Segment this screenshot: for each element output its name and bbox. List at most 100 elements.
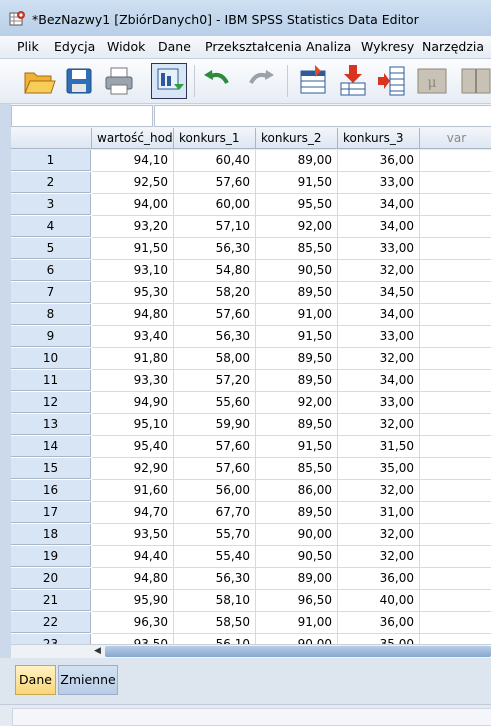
table-cell[interactable]: 91,50 [256, 436, 338, 458]
table-cell-empty[interactable] [420, 546, 491, 568]
tab-variable-view[interactable]: Zmienne [58, 665, 118, 695]
menu-edycja[interactable]: Edycja [54, 39, 95, 54]
table-cell[interactable]: 92,00 [256, 392, 338, 414]
table-cell[interactable]: 57,60 [174, 458, 256, 480]
table-cell[interactable]: 33,00 [338, 172, 420, 194]
table-cell[interactable]: 91,50 [92, 238, 174, 260]
table-cell[interactable]: 94,80 [92, 568, 174, 590]
table-cell[interactable]: 91,00 [256, 612, 338, 634]
table-cell[interactable]: 85,50 [256, 238, 338, 260]
table-cell[interactable]: 31,00 [338, 502, 420, 524]
table-cell-empty[interactable] [420, 502, 491, 524]
table-cell[interactable]: 92,00 [256, 216, 338, 238]
table-cell-empty[interactable] [420, 326, 491, 348]
table-cell[interactable]: 91,80 [92, 348, 174, 370]
table-cell[interactable]: 33,00 [338, 392, 420, 414]
table-cell[interactable]: 89,00 [256, 150, 338, 172]
table-cell[interactable]: 56,00 [174, 480, 256, 502]
table-cell[interactable]: 32,00 [338, 414, 420, 436]
table-cell[interactable]: 94,80 [92, 304, 174, 326]
table-cell[interactable]: 56,30 [174, 238, 256, 260]
row-number[interactable]: 5 [11, 238, 91, 259]
table-cell[interactable]: 85,50 [256, 458, 338, 480]
table-cell[interactable]: 54,80 [174, 260, 256, 282]
table-cell[interactable]: 67,70 [174, 502, 256, 524]
table-cell[interactable]: 95,40 [92, 436, 174, 458]
table-cell[interactable]: 94,90 [92, 392, 174, 414]
goto-case-icon[interactable] [295, 63, 331, 99]
table-cell[interactable]: 35,00 [338, 458, 420, 480]
table-cell[interactable]: 60,00 [174, 194, 256, 216]
table-cell[interactable]: 89,50 [256, 282, 338, 304]
table-cell-empty[interactable] [420, 150, 491, 172]
row-number[interactable]: 8 [11, 304, 91, 325]
row-number[interactable]: 16 [11, 480, 91, 501]
tab-data-view[interactable]: Dane [15, 665, 56, 695]
table-cell[interactable]: 36,00 [338, 612, 420, 634]
table-cell[interactable]: 56,30 [174, 326, 256, 348]
row-number[interactable]: 11 [11, 370, 91, 391]
table-cell-empty[interactable] [420, 458, 491, 480]
table-cell[interactable]: 93,30 [92, 370, 174, 392]
row-number[interactable]: 7 [11, 282, 91, 303]
table-cell[interactable]: 56,10 [174, 634, 256, 644]
table-cell-empty[interactable] [420, 282, 491, 304]
table-cell[interactable]: 57,60 [174, 172, 256, 194]
menu-narzedzia[interactable]: Narzędzia [422, 39, 484, 54]
table-cell[interactable]: 32,00 [338, 348, 420, 370]
menu-wykresy[interactable]: Wykresy [361, 39, 414, 54]
spss-app-icon[interactable] [9, 10, 26, 27]
row-number[interactable]: 20 [11, 568, 91, 589]
table-cell[interactable]: 96,50 [256, 590, 338, 612]
table-cell[interactable]: 58,20 [174, 282, 256, 304]
table-cell[interactable]: 34,50 [338, 282, 420, 304]
table-cell[interactable]: 58,00 [174, 348, 256, 370]
row-number[interactable]: 6 [11, 260, 91, 281]
table-cell-empty[interactable] [420, 524, 491, 546]
table-cell[interactable]: 32,00 [338, 260, 420, 282]
table-cell[interactable]: 93,20 [92, 216, 174, 238]
table-cell[interactable]: 95,30 [92, 282, 174, 304]
table-cell[interactable]: 57,10 [174, 216, 256, 238]
column-header[interactable]: konkurs_2 [256, 128, 338, 149]
table-cell[interactable]: 59,90 [174, 414, 256, 436]
scroll-left-arrow-icon[interactable]: ◀ [91, 645, 104, 658]
table-cell[interactable]: 89,50 [256, 370, 338, 392]
column-header[interactable]: konkurs_1 [174, 128, 256, 149]
print-icon[interactable] [101, 63, 137, 99]
value-labels-icon[interactable]: μ [414, 63, 450, 99]
grid-corner[interactable] [11, 128, 92, 149]
table-cell[interactable]: 90,00 [256, 524, 338, 546]
row-number[interactable]: 14 [11, 436, 91, 457]
table-cell[interactable]: 94,40 [92, 546, 174, 568]
table-cell[interactable]: 89,00 [256, 568, 338, 590]
row-number[interactable]: 1 [11, 150, 91, 171]
menu-analiza[interactable]: Analiza [306, 39, 351, 54]
table-cell-empty[interactable] [420, 348, 491, 370]
table-cell[interactable]: 35,00 [338, 634, 420, 644]
table-cell[interactable]: 92,90 [92, 458, 174, 480]
table-cell[interactable]: 40,00 [338, 590, 420, 612]
table-cell[interactable]: 92,50 [92, 172, 174, 194]
table-cell[interactable]: 36,00 [338, 568, 420, 590]
table-cell[interactable]: 94,00 [92, 194, 174, 216]
table-cell[interactable]: 96,30 [92, 612, 174, 634]
row-number[interactable]: 23 [11, 634, 91, 644]
table-cell[interactable]: 95,90 [92, 590, 174, 612]
table-cell[interactable]: 32,00 [338, 524, 420, 546]
table-cell[interactable]: 91,50 [256, 326, 338, 348]
table-cell-empty[interactable] [420, 370, 491, 392]
table-cell[interactable]: 93,50 [92, 524, 174, 546]
table-cell[interactable]: 34,00 [338, 370, 420, 392]
cell-reference-field[interactable] [11, 105, 153, 127]
table-cell[interactable]: 57,60 [174, 436, 256, 458]
table-cell[interactable]: 58,50 [174, 612, 256, 634]
table-cell[interactable]: 89,50 [256, 414, 338, 436]
table-cell[interactable]: 34,00 [338, 194, 420, 216]
row-number[interactable]: 13 [11, 414, 91, 435]
table-cell[interactable]: 90,50 [256, 546, 338, 568]
table-cell[interactable]: 57,60 [174, 304, 256, 326]
table-cell[interactable]: 86,00 [256, 480, 338, 502]
table-cell[interactable]: 34,00 [338, 216, 420, 238]
table-cell[interactable]: 55,70 [174, 524, 256, 546]
